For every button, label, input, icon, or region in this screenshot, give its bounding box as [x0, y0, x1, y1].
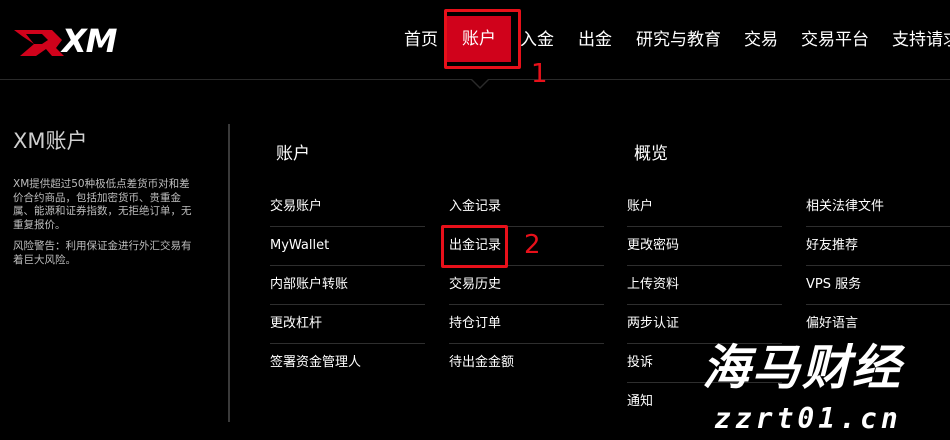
link-preferred-language[interactable]: 偏好语言	[806, 305, 950, 344]
link-trade-history[interactable]: 交易历史	[449, 266, 604, 305]
link-trading-accounts[interactable]: 交易账户	[270, 188, 425, 227]
link-upload-documents[interactable]: 上传资料	[627, 266, 782, 305]
watermark-url: zzrt01.cn	[714, 402, 902, 435]
link-change-leverage[interactable]: 更改杠杆	[270, 305, 425, 344]
nav-research-education[interactable]: 研究与教育	[636, 30, 721, 50]
watermark-text: 海马财经	[702, 340, 903, 396]
dropdown-caret-inner	[472, 79, 488, 87]
section-title-account: 账户	[276, 144, 310, 164]
link-legal-documents[interactable]: 相关法律文件	[806, 188, 950, 227]
menu-column-misc: 相关法律文件 好友推荐 VPS 服务 偏好语言	[806, 188, 950, 344]
info-title: XM账户	[13, 129, 88, 153]
menu-column-account: 交易账户 MyWallet 内部账户转账 更改杠杆 签署资金管理人	[270, 188, 425, 383]
nav-deposit[interactable]: 入金	[520, 30, 554, 50]
link-pending-withdrawal[interactable]: 待出金金额	[449, 344, 604, 383]
nav-support[interactable]: 支持请求	[892, 30, 950, 50]
risk-warning: 风险警告：利用保证金进行外汇交易有着巨大风险。	[13, 240, 192, 266]
link-open-positions[interactable]: 持仓订单	[449, 305, 604, 344]
nav-trading[interactable]: 交易	[744, 30, 778, 50]
link-fund-manager[interactable]: 签署资金管理人	[270, 344, 425, 383]
link-vps-service[interactable]: VPS 服务	[806, 266, 950, 305]
annotation-box-account	[444, 9, 521, 69]
menu-column-history: 入金记录 出金记录 交易历史 持仓订单 待出金金额	[449, 188, 604, 383]
nav-trading-platforms[interactable]: 交易平台	[801, 30, 869, 50]
nav-withdraw[interactable]: 出金	[578, 30, 612, 50]
nav-home[interactable]: 首页	[404, 30, 438, 50]
link-overview-account[interactable]: 账户	[627, 188, 782, 227]
annotation-number-1: 1	[531, 59, 548, 89]
info-description: XM提供超过50种极低点差货币对和差价合约商品，包括加密货币、贵重金属、能源和证…	[13, 178, 192, 231]
section-title-overview: 概览	[634, 144, 668, 164]
link-internal-transfer[interactable]: 内部账户转账	[270, 266, 425, 305]
link-deposit-history[interactable]: 入金记录	[449, 188, 604, 227]
annotation-number-2: 2	[524, 230, 541, 260]
link-change-password[interactable]: 更改密码	[627, 227, 782, 266]
link-refer-friend[interactable]: 好友推荐	[806, 227, 950, 266]
annotation-box-withdrawal-history	[441, 225, 508, 268]
link-two-step-auth[interactable]: 两步认证	[627, 305, 782, 344]
link-mywallet[interactable]: MyWallet	[270, 227, 425, 266]
vertical-divider	[228, 124, 230, 422]
